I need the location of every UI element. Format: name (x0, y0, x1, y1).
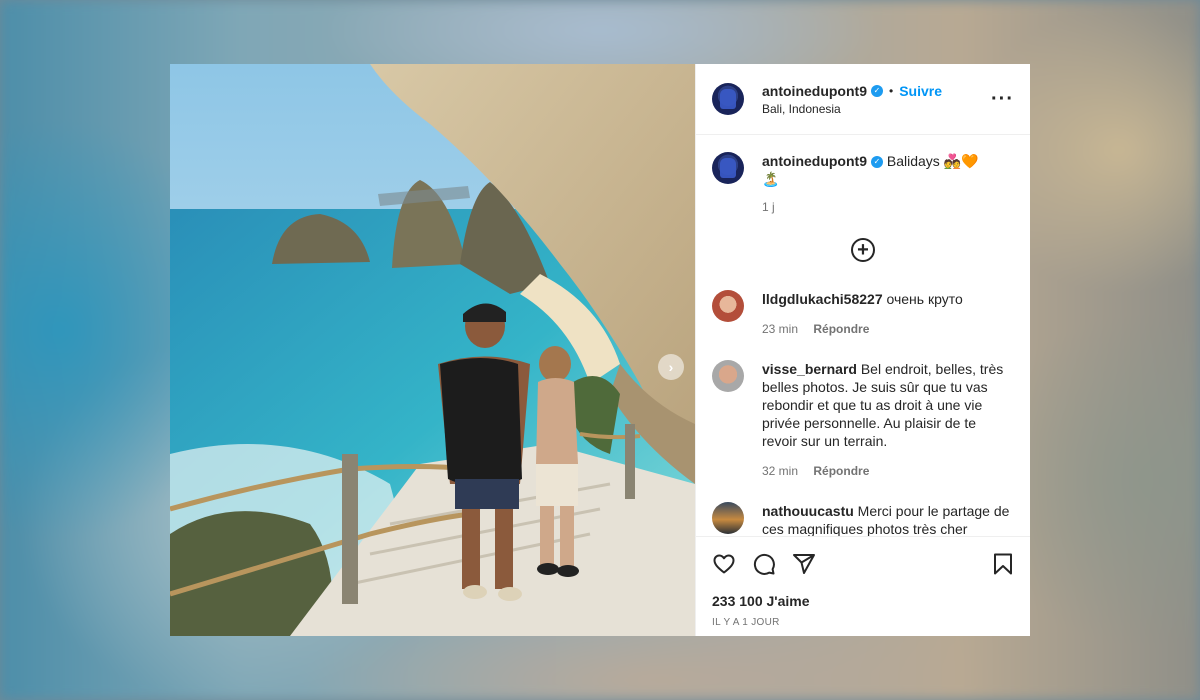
commenter-username[interactable]: nathouucastu (762, 503, 854, 519)
comment-icon[interactable] (752, 552, 776, 576)
bookmark-icon[interactable] (992, 552, 1014, 576)
post-modal: › antoinedupont9 ✓ • Suivre Bali, Indone… (170, 64, 1030, 636)
reply-button[interactable]: Répondre (813, 322, 869, 336)
comment-time[interactable]: 32 min (762, 464, 798, 478)
load-more-comments[interactable]: + (696, 238, 1030, 262)
share-icon[interactable] (792, 552, 816, 576)
next-photo-button[interactable]: › (658, 354, 684, 380)
comment-item: nathouucastu Merci pour le partage de ce… (696, 502, 1030, 536)
commenter-username[interactable]: lldgdlukachi58227 (762, 291, 883, 307)
post-details-panel: antoinedupont9 ✓ • Suivre Bali, Indonesi… (695, 64, 1030, 636)
comment-item: lldgdlukachi58227 очень круто 23 min Rép… (696, 290, 1030, 338)
post-header: antoinedupont9 ✓ • Suivre Bali, Indonesi… (696, 64, 1030, 135)
post-caption: antoinedupont9 ✓ Balidays 💑🧡 🏝️ 1 j (696, 152, 1030, 216)
more-dots-icon[interactable]: ··· (991, 88, 1014, 111)
verified-badge-icon: ✓ (871, 84, 883, 97)
posted-time[interactable]: IL Y A 1 JOUR (712, 617, 1014, 628)
caption-time[interactable]: 1 j (762, 200, 775, 214)
commenter-avatar[interactable] (712, 360, 744, 392)
post-location[interactable]: Bali, Indonesia (762, 102, 991, 116)
author-username[interactable]: antoinedupont9 (762, 83, 867, 99)
comment-time[interactable]: 23 min (762, 322, 798, 336)
comment-item: visse_bernard Bel endroit, belles, très … (696, 360, 1030, 480)
chevron-right-icon: › (668, 359, 674, 375)
separator-dot: • (889, 83, 894, 98)
photo-illustration (170, 64, 695, 636)
verified-badge-icon: ✓ (871, 156, 883, 169)
commenter-username[interactable]: visse_bernard (762, 361, 857, 377)
commenter-avatar[interactable] (712, 290, 744, 322)
caption-emoji: 🏝️ (762, 171, 780, 187)
comment-text: очень круто (886, 291, 963, 307)
likes-count[interactable]: 233 100 J'aime (712, 593, 1014, 609)
caption-text: Balidays 💑🧡 (886, 153, 979, 169)
commenter-avatar[interactable] (712, 502, 744, 534)
post-photo[interactable]: › (170, 64, 695, 636)
caption-username[interactable]: antoinedupont9 (762, 153, 867, 169)
reply-button[interactable]: Répondre (813, 464, 869, 478)
follow-button[interactable]: Suivre (899, 83, 942, 99)
comments-list[interactable]: antoinedupont9 ✓ Balidays 💑🧡 🏝️ 1 j + lld… (696, 136, 1030, 536)
author-avatar[interactable] (712, 152, 744, 184)
heart-icon[interactable] (712, 552, 736, 576)
post-actions: 233 100 J'aime IL Y A 1 JOUR (696, 536, 1030, 636)
plus-circle-icon[interactable]: + (851, 238, 875, 262)
author-avatar[interactable] (712, 83, 744, 115)
